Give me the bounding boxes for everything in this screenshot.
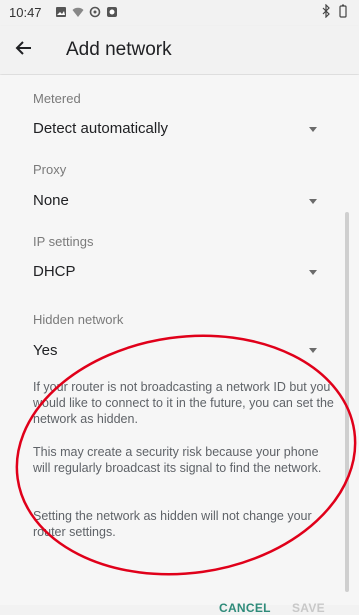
system-icons [321,3,347,23]
hidden-network-label: Hidden network [33,312,124,327]
sync-icon [89,5,101,18]
hidden-network-info-3: Setting the network as hidden will not c… [33,509,312,539]
image-icon [106,5,118,17]
save-button[interactable]: SAVE [292,601,325,615]
ip-settings-label: IP settings [33,234,94,249]
cancel-button[interactable]: CANCEL [219,601,271,615]
back-button[interactable] [4,30,44,70]
arrow-left-icon [15,39,33,62]
metered-value: Detect automatically [33,120,169,137]
status-time: 10:47 [9,5,42,20]
proxy-value: None [33,192,69,209]
dropdown-arrow-icon [309,348,317,353]
wifi-icon [72,5,84,17]
bluetooth-icon [321,3,331,23]
dropdown-arrow-icon [309,270,317,275]
ip-settings-value: DHCP [33,263,76,280]
hidden-network-info-2: This may create a security risk because … [33,445,322,475]
hidden-network-info-1: If your router is not broadcasting a net… [33,380,334,426]
metered-label: Metered [33,91,81,106]
gallery-icon [55,5,67,17]
app-bar: Add network [0,26,359,74]
battery-icon [339,4,347,23]
dropdown-arrow-icon [309,127,317,132]
dropdown-arrow-icon [309,199,317,204]
hidden-network-value: Yes [33,342,58,359]
proxy-label: Proxy [33,162,67,177]
notification-icons [55,5,118,18]
scrollbar[interactable] [345,212,349,592]
status-bar: 10:47 [0,0,359,26]
page-title: Add network [66,39,172,60]
